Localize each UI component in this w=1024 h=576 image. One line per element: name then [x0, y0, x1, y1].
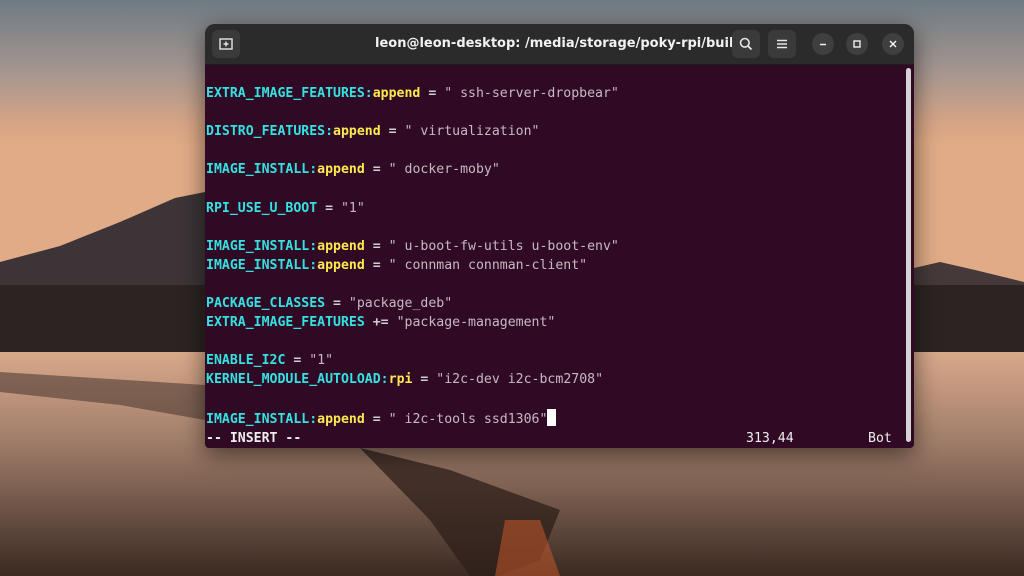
scrollbar-thumb[interactable] — [906, 68, 911, 442]
close-button[interactable] — [882, 33, 904, 55]
code-line: RPI_USE_U_BOOT = "1" — [206, 199, 904, 218]
override-operator: append — [372, 86, 421, 101]
minimize-icon — [820, 43, 826, 46]
code-line: IMAGE_INSTALL:append = " u-boot-fw-utils… — [206, 237, 904, 256]
string-value: " docker-moby" — [388, 162, 500, 178]
override-operator: append — [317, 238, 365, 254]
string-value: "i2c-dev i2c-bcm2708" — [436, 372, 604, 388]
string-value: " u-boot-fw-utils u-boot-env" — [388, 238, 619, 254]
assignment-operator: = — [317, 200, 341, 216]
override-operator: append — [317, 257, 365, 273]
scrollbar[interactable] — [906, 68, 911, 442]
vim-status-line: -- INSERT -- 313,44 Bot — [206, 430, 904, 448]
new-tab-button[interactable] — [212, 30, 240, 58]
vim-mode-indicator: -- INSERT -- — [206, 431, 302, 446]
override-operator: append — [333, 124, 381, 140]
window-titlebar[interactable]: leon@leon-desktop: /media/storage/poky-r… — [205, 24, 914, 65]
assignment-operator: = — [412, 372, 437, 388]
assignment-operator: = — [285, 353, 310, 369]
string-value: "package-management" — [396, 315, 556, 331]
code-line: IMAGE_INSTALL:append = " connman connman… — [206, 256, 904, 275]
vim-editor-content[interactable]: EXTRA_IMAGE_FEATURES:append = " ssh-serv… — [206, 84, 904, 448]
close-icon — [889, 40, 897, 48]
assignment-operator: += — [364, 315, 397, 331]
code-line: EXTRA_IMAGE_FEATURES += "package-managem… — [206, 313, 904, 332]
variable-name: KERNEL_MODULE_AUTOLOAD: — [206, 372, 389, 388]
variable-name: EXTRA_IMAGE_FEATURES — [206, 315, 365, 331]
assignment-operator: = — [364, 238, 389, 254]
maximize-icon — [853, 40, 861, 48]
cursor-position: 313,44 — [746, 431, 794, 446]
string-value: " virtualization" — [404, 124, 540, 140]
new-tab-icon — [219, 38, 233, 50]
string-value: " ssh-server-dropbear" — [444, 86, 619, 101]
scroll-position: Bot — [868, 431, 892, 446]
assignment-operator: = — [380, 124, 405, 140]
variable-name: IMAGE_INSTALL: — [206, 411, 318, 427]
variable-name: IMAGE_INSTALL: — [206, 162, 318, 178]
variable-name: IMAGE_INSTALL: — [206, 238, 318, 254]
hamburger-menu-icon — [777, 39, 787, 49]
variable-name: PACKAGE_CLASSES — [206, 296, 326, 312]
variable-name: ENABLE_I2C — [206, 353, 286, 369]
override-operator: append — [317, 162, 365, 178]
code-line: PACKAGE_CLASSES = "package_deb" — [206, 294, 904, 313]
string-value: "1" — [340, 200, 365, 216]
minimize-button[interactable] — [812, 33, 834, 55]
code-line: KERNEL_MODULE_AUTOLOAD:rpi = "i2c-dev i2… — [206, 370, 904, 389]
text-cursor — [547, 408, 557, 426]
window-title: leon@leon-desktop: /media/storage/poky-r… — [375, 36, 743, 51]
code-line: EXTRA_IMAGE_FEATURES:append = " ssh-serv… — [206, 84, 904, 103]
assignment-operator: = — [364, 411, 389, 427]
variable-name: EXTRA_IMAGE_FEATURES: — [206, 86, 373, 101]
variable-name: DISTRO_FEATURES: — [206, 124, 334, 140]
code-line: ENABLE_I2C = "1" — [206, 351, 904, 370]
string-value: " connman connman-client" — [388, 257, 588, 273]
string-value: "1" — [309, 353, 334, 369]
string-value: "package_deb" — [348, 296, 453, 312]
string-value: " i2c-tools ssd1306" — [388, 411, 548, 427]
search-button[interactable] — [732, 30, 760, 58]
code-line: IMAGE_INSTALL:append = " docker-moby" — [206, 160, 904, 179]
variable-name: RPI_USE_U_BOOT — [206, 200, 318, 216]
override-operator: append — [317, 411, 365, 427]
assignment-operator: = — [420, 86, 445, 101]
assignment-operator: = — [325, 296, 349, 312]
maximize-button[interactable] — [846, 33, 868, 55]
override-operator: rpi — [388, 372, 413, 388]
code-line: DISTRO_FEATURES:append = " virtualizatio… — [206, 122, 904, 141]
terminal-window[interactable]: leon@leon-desktop: /media/storage/poky-r… — [205, 24, 914, 448]
assignment-operator: = — [364, 162, 389, 178]
assignment-operator: = — [364, 257, 389, 273]
search-icon — [739, 37, 753, 51]
variable-name: IMAGE_INSTALL: — [206, 257, 318, 273]
code-line: IMAGE_INSTALL:append = " i2c-tools ssd13… — [206, 408, 904, 428]
menu-button[interactable] — [768, 30, 796, 58]
